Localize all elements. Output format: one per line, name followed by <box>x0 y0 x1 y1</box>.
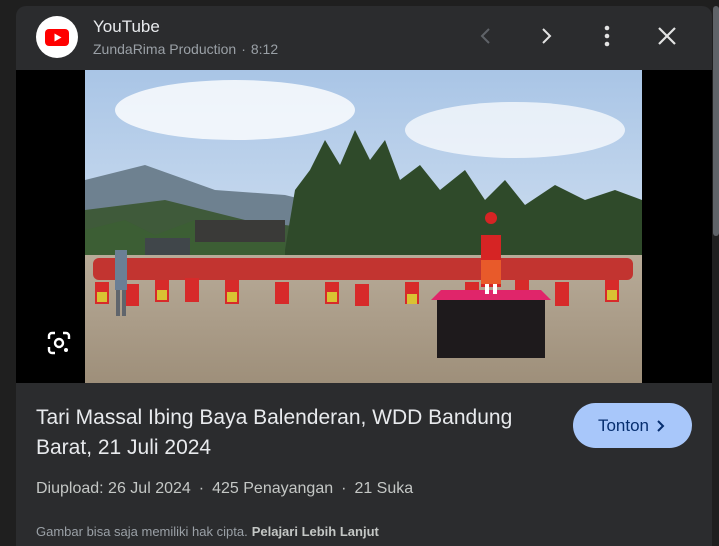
video-info: Tari Massal Ibing Baya Balenderan, WDD B… <box>16 383 712 546</box>
more-options-button[interactable] <box>593 22 621 50</box>
chevron-right-icon <box>542 28 552 44</box>
meta-separator: · <box>341 480 347 497</box>
watch-button-label: Tonton <box>597 415 650 435</box>
meta-separator: · <box>198 480 205 497</box>
panel-header: YouTube ZundaRima Production · 8:12 <box>16 6 712 70</box>
copyright-text: Gambar bisa saja memiliki hak cipta. <box>36 524 248 539</box>
youtube-logo-icon[interactable] <box>36 16 78 58</box>
upload-date: Diupload: 26 Jul 2024 <box>36 480 191 497</box>
result-panel: YouTube ZundaRima Production · 8:12 Tari… <box>16 6 712 546</box>
more-vert-icon <box>604 25 610 47</box>
video-duration: 8:12 <box>250 41 279 57</box>
watch-button[interactable]: Tonton <box>573 403 692 448</box>
video-meta: Diupload: 26 Jul 2024 · 425 Penayangan · 21 … <box>36 480 413 498</box>
separator-dot: · <box>241 41 246 57</box>
chevron-right-icon <box>657 419 665 432</box>
next-button[interactable] <box>532 22 560 50</box>
chevron-left-icon <box>480 28 490 44</box>
learn-more-link[interactable]: Pelajari Lebih Lanjut <box>252 524 379 539</box>
channel-name[interactable]: ZundaRima Production <box>93 41 236 57</box>
video-title[interactable]: Tari Massal Ibing Baya Balenderan, WDD B… <box>36 403 556 463</box>
previous-button[interactable] <box>472 22 500 50</box>
app-name[interactable]: YouTube <box>93 17 160 37</box>
lens-result-frame: YouTube ZundaRima Production · 8:12 Tari… <box>0 0 719 546</box>
copyright-notice: Gambar bisa saja memiliki hak cipta. Pela… <box>36 524 379 539</box>
preview-image[interactable] <box>85 70 642 383</box>
close-button[interactable] <box>653 22 681 50</box>
close-icon <box>658 27 676 45</box>
scrollbar-thumb[interactable] <box>713 6 719 236</box>
google-lens-icon <box>47 331 71 355</box>
media-area <box>16 70 712 383</box>
video-source-line: ZundaRima Production · 8:12 <box>93 41 278 57</box>
like-count: 21 Suka <box>354 480 414 497</box>
view-count: 425 Penayangan <box>212 480 334 497</box>
google-lens-button[interactable] <box>44 328 74 358</box>
